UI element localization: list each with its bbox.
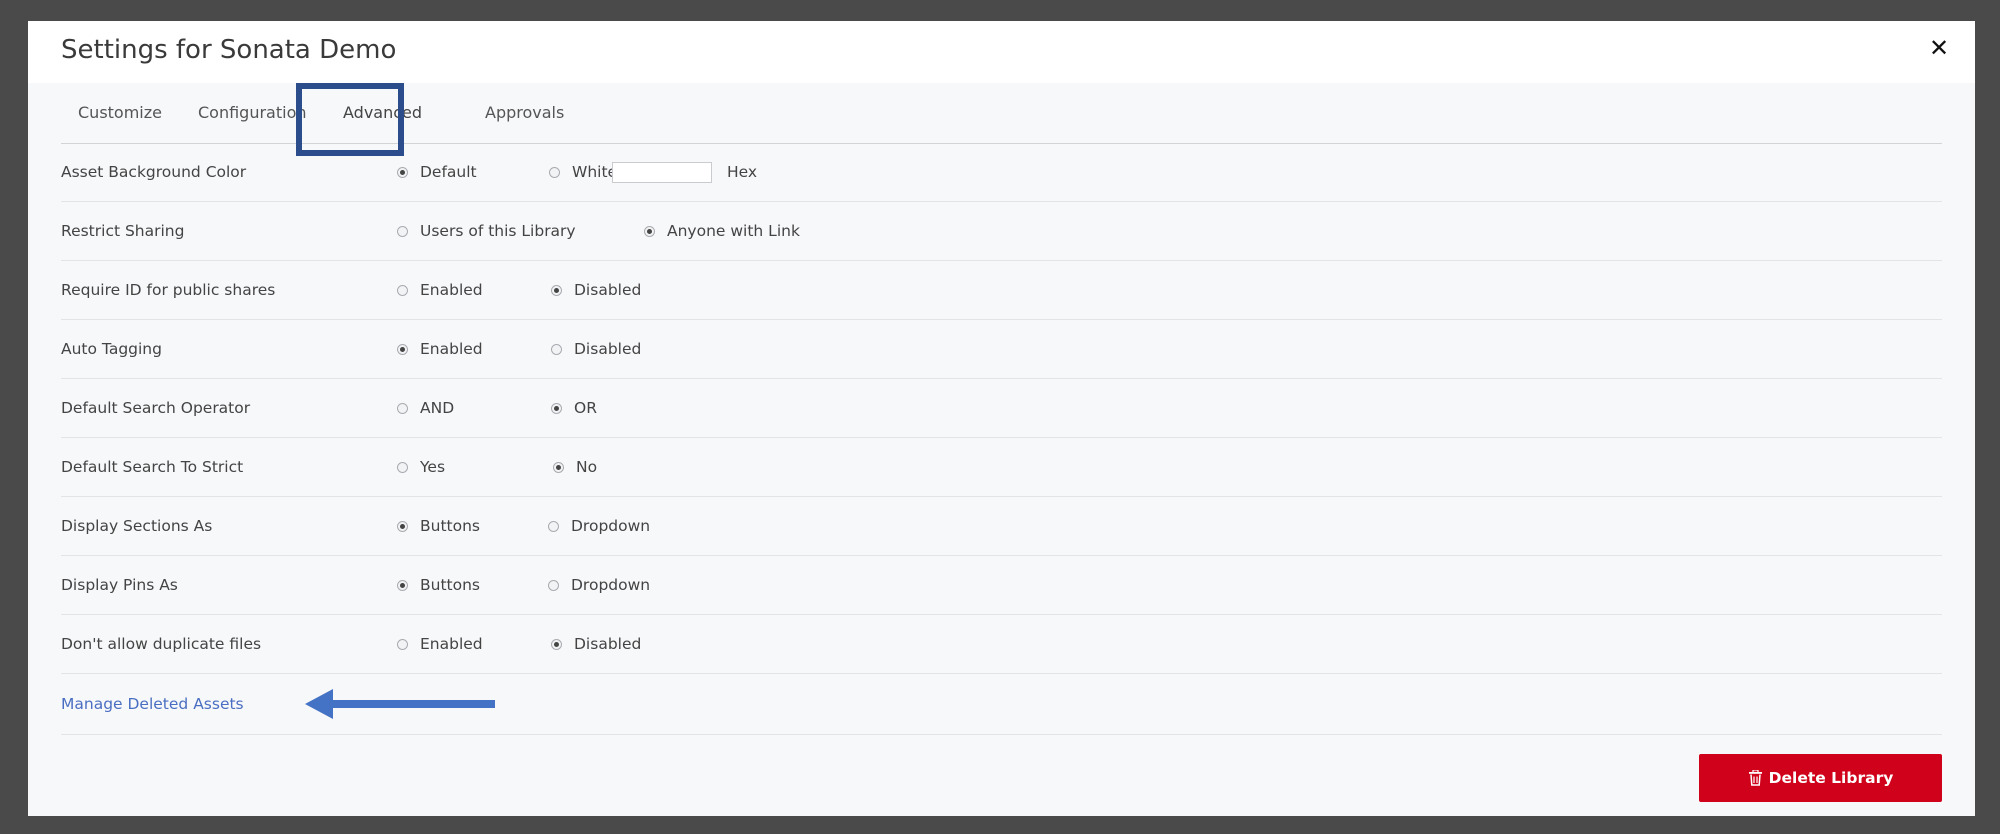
setting-row-restrict-sharing: Restrict Sharing Users of this Library A… bbox=[61, 202, 1942, 261]
radio-dropdown[interactable]: Dropdown bbox=[548, 556, 650, 614]
trash-icon bbox=[1748, 770, 1762, 786]
radio-button[interactable] bbox=[397, 225, 408, 237]
radio-label: OR bbox=[574, 399, 597, 417]
radio-users-of-library[interactable]: Users of this Library bbox=[397, 202, 576, 260]
radio-label: No bbox=[576, 458, 598, 476]
radio-label: Default bbox=[420, 163, 477, 181]
radio-label: Enabled bbox=[420, 635, 483, 653]
radio-label: Enabled bbox=[420, 340, 483, 358]
setting-label: Auto Tagging bbox=[61, 340, 162, 358]
setting-label: Default Search Operator bbox=[61, 399, 251, 417]
setting-row-auto-tagging: Auto Tagging Enabled Disabled bbox=[61, 320, 1942, 379]
radio-enabled[interactable]: Enabled bbox=[397, 615, 483, 673]
manage-deleted-assets-row: Manage Deleted Assets bbox=[61, 674, 1942, 735]
hex-color-input[interactable] bbox=[612, 162, 712, 183]
radio-label: Buttons bbox=[420, 576, 480, 594]
modal-title: Settings for Sonata Demo bbox=[61, 35, 397, 65]
radio-label: Disabled bbox=[574, 635, 642, 653]
setting-row-display-sections: Display Sections As Buttons Dropdown bbox=[61, 497, 1942, 556]
radio-dropdown[interactable]: Dropdown bbox=[548, 497, 650, 555]
arrow-left-icon bbox=[305, 689, 495, 719]
settings-list: Asset Background Color Default White Hex… bbox=[61, 143, 1942, 735]
setting-label: Display Sections As bbox=[61, 517, 213, 535]
radio-button[interactable] bbox=[397, 520, 408, 532]
radio-label: Dropdown bbox=[571, 576, 651, 594]
setting-label: Don't allow duplicate files bbox=[61, 635, 262, 653]
radio-no[interactable]: No bbox=[553, 438, 597, 496]
setting-label: Asset Background Color bbox=[61, 163, 247, 181]
setting-row-require-id: Require ID for public shares Enabled Dis… bbox=[61, 261, 1942, 320]
manage-deleted-assets-link[interactable]: Manage Deleted Assets bbox=[61, 674, 244, 734]
radio-button[interactable] bbox=[548, 520, 559, 532]
setting-row-display-pins: Display Pins As Buttons Dropdown bbox=[61, 556, 1942, 615]
radio-label: AND bbox=[420, 399, 455, 417]
close-icon[interactable]: ✕ bbox=[1925, 34, 1953, 62]
setting-row-duplicate-files: Don't allow duplicate files Enabled Disa… bbox=[61, 615, 1942, 674]
radio-disabled[interactable]: Disabled bbox=[551, 261, 641, 319]
radio-button[interactable] bbox=[551, 284, 562, 296]
radio-button[interactable] bbox=[551, 402, 562, 414]
radio-button[interactable] bbox=[397, 343, 408, 355]
radio-button[interactable] bbox=[549, 166, 560, 178]
setting-label: Require ID for public shares bbox=[61, 281, 276, 299]
radio-button[interactable] bbox=[553, 461, 564, 473]
radio-button[interactable] bbox=[397, 461, 408, 473]
radio-or[interactable]: OR bbox=[551, 379, 597, 437]
radio-enabled[interactable]: Enabled bbox=[397, 261, 483, 319]
setting-label: Default Search To Strict bbox=[61, 458, 244, 476]
radio-anyone-with-link[interactable]: Anyone with Link bbox=[644, 202, 800, 260]
radio-buttons[interactable]: Buttons bbox=[397, 556, 480, 614]
setting-row-default-search-strict: Default Search To Strict Yes No bbox=[61, 438, 1942, 497]
radio-button[interactable] bbox=[548, 579, 559, 591]
tab-bar: Customize Configuration Advanced Approva… bbox=[61, 83, 1942, 144]
radio-button[interactable] bbox=[644, 225, 655, 237]
setting-row-asset-background-color: Asset Background Color Default White Hex bbox=[61, 143, 1942, 202]
radio-button[interactable] bbox=[397, 579, 408, 591]
radio-label: White bbox=[572, 163, 618, 181]
radio-label: Users of this Library bbox=[420, 222, 576, 240]
radio-yes[interactable]: Yes bbox=[397, 438, 445, 496]
radio-button[interactable] bbox=[551, 343, 562, 355]
radio-and[interactable]: AND bbox=[397, 379, 454, 437]
delete-library-button[interactable]: Delete Library bbox=[1699, 754, 1942, 802]
modal-header: Settings for Sonata Demo ✕ bbox=[28, 21, 1975, 83]
hex-label: Hex bbox=[727, 163, 758, 181]
radio-white[interactable]: White bbox=[549, 143, 617, 201]
tab-customize[interactable]: Customize bbox=[78, 83, 162, 143]
radio-disabled[interactable]: Disabled bbox=[551, 320, 641, 378]
radio-button[interactable] bbox=[551, 638, 562, 650]
radio-button[interactable] bbox=[397, 638, 408, 650]
tab-advanced[interactable]: Advanced bbox=[343, 83, 422, 143]
radio-label: Disabled bbox=[574, 340, 642, 358]
setting-row-default-search-operator: Default Search Operator AND OR bbox=[61, 379, 1942, 438]
settings-modal: Settings for Sonata Demo ✕ Customize Con… bbox=[28, 21, 1975, 816]
radio-disabled[interactable]: Disabled bbox=[551, 615, 641, 673]
radio-label: Buttons bbox=[420, 517, 480, 535]
radio-button[interactable] bbox=[397, 284, 408, 296]
setting-label: Restrict Sharing bbox=[61, 222, 185, 240]
radio-label: Dropdown bbox=[571, 517, 651, 535]
radio-label: Enabled bbox=[420, 281, 483, 299]
setting-label: Display Pins As bbox=[61, 576, 178, 594]
radio-enabled[interactable]: Enabled bbox=[397, 320, 483, 378]
delete-library-label: Delete Library bbox=[1768, 769, 1894, 787]
radio-button[interactable] bbox=[397, 166, 408, 178]
radio-default[interactable]: Default bbox=[397, 143, 477, 201]
radio-label: Disabled bbox=[574, 281, 642, 299]
radio-button[interactable] bbox=[397, 402, 408, 414]
tab-configuration[interactable]: Configuration bbox=[198, 83, 307, 143]
radio-buttons[interactable]: Buttons bbox=[397, 497, 480, 555]
radio-label: Anyone with Link bbox=[667, 222, 800, 240]
radio-label: Yes bbox=[420, 458, 446, 476]
tab-approvals[interactable]: Approvals bbox=[485, 83, 564, 143]
